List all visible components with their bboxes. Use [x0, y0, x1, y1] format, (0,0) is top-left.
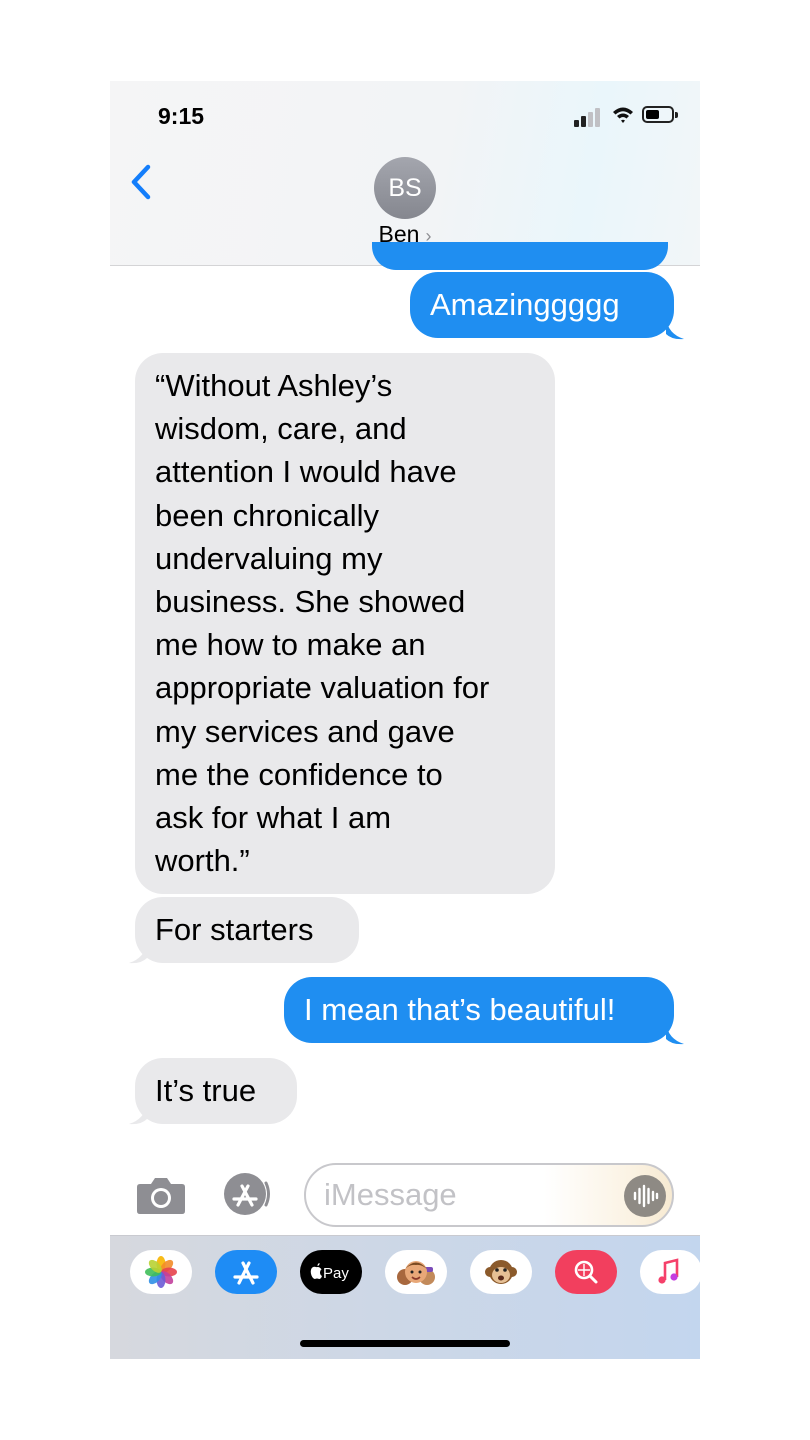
bubble-tail [129, 942, 147, 964]
home-indicator[interactable] [300, 1340, 510, 1347]
message-bubble-sent[interactable]: Amazinggggg [410, 272, 674, 338]
messages-screen: 9:15 BS Ben › Amazinggggg “Without Ashle… [110, 81, 700, 1359]
message-bubble-received[interactable]: It’s true [135, 1058, 297, 1124]
chevron-left-icon[interactable] [128, 163, 154, 201]
message-bubble-sent[interactable]: I mean that’s beautiful! [284, 977, 674, 1043]
audio-waveform-icon[interactable] [624, 1175, 666, 1217]
app-store-icon[interactable] [215, 1250, 277, 1294]
monkey-animoji-icon[interactable] [470, 1250, 532, 1294]
photos-icon[interactable] [130, 1250, 192, 1294]
bubble-tail [666, 318, 684, 340]
wifi-icon [613, 107, 633, 123]
message-thread: Amazinggggg “Without Ashley’s wisdom, ca… [110, 242, 700, 1146]
app-drawer: Pay [110, 1235, 700, 1359]
memoji-icon[interactable] [385, 1250, 447, 1294]
apple-pay-icon[interactable]: Pay [300, 1250, 362, 1294]
app-store-icon[interactable] [219, 1171, 275, 1217]
battery-icon [642, 106, 678, 123]
message-composer: iMessage [110, 1153, 700, 1235]
message-bubble-received[interactable]: For starters [135, 897, 359, 963]
message-bubble-sent-partial [372, 242, 668, 270]
bubble-tail [129, 1103, 147, 1125]
status-time: 9:15 [158, 103, 205, 129]
avatar[interactable]: BS [374, 157, 436, 219]
cellular-signal-icon [574, 107, 604, 127]
apple-pay-label: Pay [323, 1265, 349, 1282]
music-icon[interactable] [640, 1250, 700, 1294]
message-input[interactable]: iMessage [304, 1163, 674, 1227]
message-bubble-received[interactable]: “Without Ashley’s wisdom, care, and atte… [135, 353, 555, 894]
message-input-placeholder: iMessage [324, 1177, 457, 1212]
conversation-header: 9:15 BS Ben › [110, 81, 700, 266]
camera-icon[interactable] [136, 1175, 186, 1215]
image-search-icon[interactable] [555, 1250, 617, 1294]
bubble-tail [666, 1023, 684, 1045]
